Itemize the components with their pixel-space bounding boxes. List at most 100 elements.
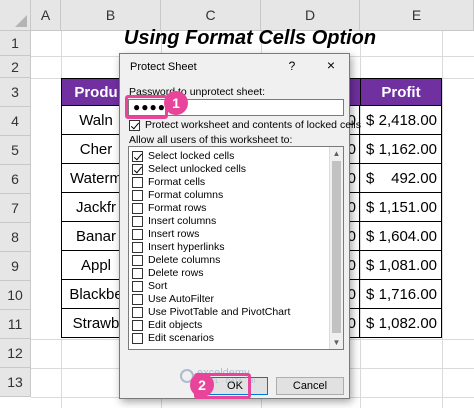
table-cell-profit[interactable]: $1,081.00 xyxy=(360,251,442,280)
permission-checkbox[interactable] xyxy=(132,241,143,253)
step-2-badge: 2 xyxy=(190,373,214,397)
profit-value: 1,162.00 xyxy=(378,140,437,158)
list-item[interactable]: Insert hyperlinks xyxy=(132,241,224,253)
cancel-button[interactable]: Cancel xyxy=(276,377,344,395)
table-cell-profit[interactable]: $1,604.00 xyxy=(360,222,442,251)
password-highlight xyxy=(125,95,168,119)
permission-label: Select locked cells xyxy=(148,150,235,162)
help-icon[interactable]: ? xyxy=(285,59,299,73)
dialog-title: Protect Sheet xyxy=(130,61,197,73)
permission-checkbox[interactable] xyxy=(132,306,143,318)
permission-label: Use AutoFilter xyxy=(148,293,214,305)
row-header-8[interactable]: 8 xyxy=(0,223,31,252)
profit-value: 1,604.00 xyxy=(378,227,437,245)
permission-label: Edit objects xyxy=(148,319,203,331)
currency-symbol: $ xyxy=(366,198,375,216)
table-cell-profit[interactable]: $1,082.00 xyxy=(360,309,442,338)
protect-worksheet-checkbox[interactable] xyxy=(129,119,140,131)
row-header-3[interactable]: 3 xyxy=(0,78,31,107)
table-cell-profit[interactable]: $1,151.00 xyxy=(360,193,442,222)
permission-label: Delete rows xyxy=(148,267,204,279)
table-cell-profit[interactable]: $1,716.00 xyxy=(360,280,442,309)
profit-value: 1,082.00 xyxy=(378,314,437,332)
currency-symbol: $ xyxy=(366,169,375,187)
list-item[interactable]: Format columns xyxy=(132,189,223,201)
permission-label: Insert rows xyxy=(148,228,200,240)
permission-label: Insert columns xyxy=(148,215,217,227)
profit-value: 2,418.00 xyxy=(378,111,437,129)
step-1-badge: 1 xyxy=(164,91,188,115)
permission-label: Use PivotTable and PivotChart xyxy=(148,306,291,318)
permission-checkbox[interactable] xyxy=(132,319,143,331)
list-item[interactable]: Edit scenarios xyxy=(132,332,214,344)
row-header-13[interactable]: 13 xyxy=(0,368,31,397)
permission-label: Format rows xyxy=(148,202,207,214)
list-item[interactable]: Sort xyxy=(132,280,167,292)
permission-label: Edit scenarios xyxy=(148,332,214,344)
row-header-1[interactable]: 1 xyxy=(0,31,31,56)
permission-label: Select unlocked cells xyxy=(148,163,247,175)
permission-checkbox[interactable] xyxy=(132,280,143,292)
table-cell-profit[interactable]: $1,162.00 xyxy=(360,135,442,164)
row-header-5[interactable]: 5 xyxy=(0,136,31,165)
list-scrollbar[interactable]: ▲ ▼ xyxy=(329,147,343,349)
scroll-down-icon[interactable]: ▼ xyxy=(330,336,343,349)
sheet-title: Using Format Cells Option xyxy=(123,27,377,49)
list-item[interactable]: Select locked cells xyxy=(132,150,234,162)
profit-value: 1,716.00 xyxy=(378,285,437,303)
list-item[interactable]: Insert columns xyxy=(132,215,216,227)
permission-label: Sort xyxy=(148,280,168,292)
permission-label: Delete columns xyxy=(148,254,221,266)
permission-checkbox[interactable] xyxy=(132,332,143,344)
permission-label: Format cells xyxy=(148,176,206,188)
permission-checkbox[interactable] xyxy=(132,293,143,305)
permission-checkbox[interactable] xyxy=(132,163,143,175)
list-item[interactable]: Insert rows xyxy=(132,228,199,240)
row-header-7[interactable]: 7 xyxy=(0,194,31,223)
permission-checkbox[interactable] xyxy=(132,202,143,214)
list-item[interactable]: Edit objects xyxy=(132,319,202,331)
permission-checkbox[interactable] xyxy=(132,228,143,240)
currency-symbol: $ xyxy=(366,285,375,303)
permission-checkbox[interactable] xyxy=(132,215,143,227)
permission-checkbox[interactable] xyxy=(132,176,143,188)
profit-value: 492.00 xyxy=(391,169,437,187)
table-header-profit[interactable]: Profit xyxy=(360,78,442,106)
protect-sheet-dialog: Protect Sheet ? × Password to unprotect … xyxy=(119,53,361,399)
currency-symbol: $ xyxy=(366,314,375,332)
currency-symbol: $ xyxy=(366,227,375,245)
list-item[interactable]: Delete rows xyxy=(132,267,203,279)
select-all-corner[interactable] xyxy=(0,0,31,31)
profit-value: 1,081.00 xyxy=(378,256,437,274)
protect-worksheet-checkbox-row[interactable]: Protect worksheet and contents of locked… xyxy=(129,119,361,131)
list-item[interactable]: Use AutoFilter xyxy=(132,293,214,305)
currency-symbol: $ xyxy=(366,111,375,129)
list-item[interactable]: Format cells xyxy=(132,176,205,188)
close-icon[interactable]: × xyxy=(323,57,339,73)
profit-value: 1,151.00 xyxy=(378,198,437,216)
permission-label: Insert hyperlinks xyxy=(148,241,225,253)
list-item[interactable]: Use PivotTable and PivotChart xyxy=(132,306,290,318)
table-cell-profit[interactable]: $492.00 xyxy=(360,164,442,193)
row-header-6[interactable]: 6 xyxy=(0,165,31,194)
scroll-thumb[interactable] xyxy=(332,161,341,333)
list-item[interactable]: Delete columns xyxy=(132,254,220,266)
currency-symbol: $ xyxy=(366,140,375,158)
scroll-up-icon[interactable]: ▲ xyxy=(330,147,343,160)
row-header-2[interactable]: 2 xyxy=(0,56,31,78)
permission-checkbox[interactable] xyxy=(132,267,143,279)
column-header-a[interactable]: A xyxy=(31,0,61,31)
list-item[interactable]: Format rows xyxy=(132,202,206,214)
permission-checkbox[interactable] xyxy=(132,150,143,162)
row-header-9[interactable]: 9 xyxy=(0,252,31,281)
allow-users-label: Allow all users of this worksheet to: xyxy=(129,134,293,146)
row-header-4[interactable]: 4 xyxy=(0,107,31,136)
list-item[interactable]: Select unlocked cells xyxy=(132,163,246,175)
table-cell-profit[interactable]: $2,418.00 xyxy=(360,106,442,135)
row-header-11[interactable]: 11 xyxy=(0,310,31,339)
permission-checkbox[interactable] xyxy=(132,189,143,201)
row-header-10[interactable]: 10 xyxy=(0,281,31,310)
row-header-12[interactable]: 12 xyxy=(0,339,31,368)
permission-checkbox[interactable] xyxy=(132,254,143,266)
permissions-list[interactable]: Select locked cells Select unlocked cell… xyxy=(128,146,344,350)
